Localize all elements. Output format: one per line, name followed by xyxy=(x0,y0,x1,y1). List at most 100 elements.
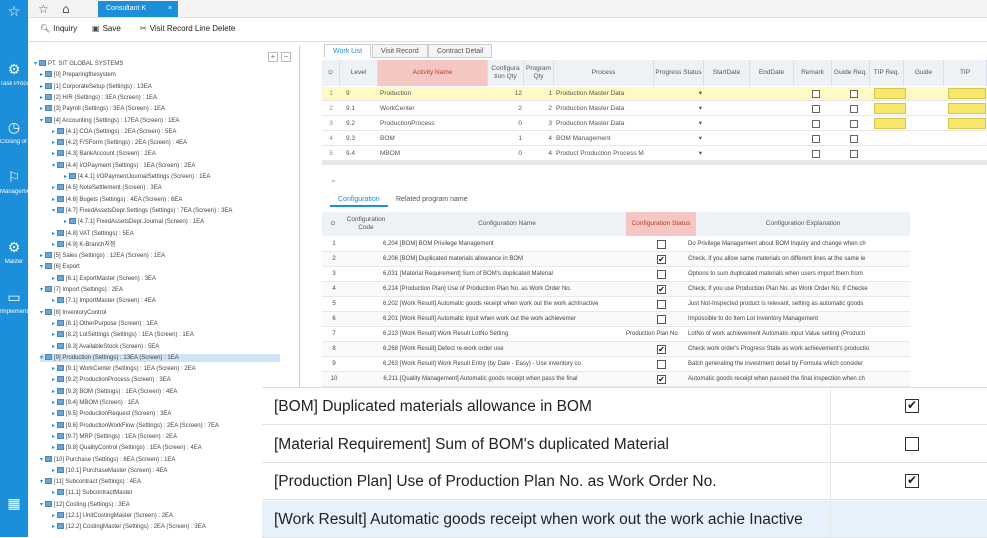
collapsed-chevron-icon[interactable]: ▸ xyxy=(52,399,55,406)
tree-node[interactable]: ▾ [4.4] I/OPayment (Settings) : 1EA (Scre… xyxy=(52,161,195,170)
config-status-checkbox[interactable]: ✔ xyxy=(657,285,666,294)
table-row[interactable]: 3 9.2 ProductionProcess 0 3 Production Master… xyxy=(322,117,987,131)
row-refresh-icon[interactable]: ⊙ xyxy=(322,60,340,86)
collapsed-chevron-icon[interactable]: ▸ xyxy=(52,444,55,451)
tree-node[interactable]: ▾ [6] Export xyxy=(40,263,80,271)
collapsed-chevron-icon[interactable]: ▸ xyxy=(52,365,55,372)
close-icon[interactable]: × xyxy=(168,1,172,17)
tree-node[interactable]: ▸ [9.6] ProductionWorkFlow (Settings) : 2… xyxy=(52,421,219,430)
guide-cell[interactable] xyxy=(948,118,986,129)
table-row[interactable]: 7 6,213 [Work Result] Work Result LotNo Se… xyxy=(322,327,910,342)
collapsed-chevron-icon[interactable]: ▸ xyxy=(52,241,55,248)
expanded-chevron-icon[interactable]: ▾ xyxy=(40,309,43,316)
guide-checkbox[interactable] xyxy=(812,120,820,128)
table-row[interactable]: 2 6,206 [BOM] Duplicated materials allowan… xyxy=(322,252,910,267)
tree-node[interactable]: ▸ [0] Preparingthesystem xyxy=(40,71,116,79)
tree-node[interactable]: ▸ [9.5] ProductionRequest (Screen) : 3EA xyxy=(52,410,171,418)
home-icon[interactable]: ⌂ xyxy=(62,2,70,16)
tree-node[interactable]: ▸ [4.2] F/SForm (Settings) : 2EA (Screen)… xyxy=(52,139,187,147)
tab-work-list[interactable]: Work List xyxy=(324,44,372,58)
collapsed-chevron-icon[interactable]: ▸ xyxy=(52,139,55,146)
tree-node[interactable]: ▸ [9.4] MBOM (Screen) : 1EA xyxy=(52,399,139,407)
guide-cell[interactable] xyxy=(874,103,906,114)
tree-node[interactable]: ▾ [7] Import (Settings) : 2EA xyxy=(40,286,123,294)
tab-consultant-k[interactable]: Consultant K × xyxy=(98,1,178,17)
collapsed-chevron-icon[interactable]: ▸ xyxy=(52,433,55,440)
tree-node[interactable]: ▸ [6.1] ExportMaster (Screen) : 3EA xyxy=(52,274,156,283)
table-row[interactable]: 8 6,268 [Work Result] Defect re-work order… xyxy=(322,342,910,357)
guide-checkbox[interactable] xyxy=(812,135,820,143)
guide-cell[interactable] xyxy=(874,118,906,129)
tree-node[interactable]: ▸ [12.2] CostingMaster (Settings) : 2EA (… xyxy=(52,523,206,531)
table-row[interactable]: 2 9.1 WorkCenter 2 2 Production Master Data ▾ xyxy=(322,102,987,116)
progress-status-dropdown[interactable]: ▾ xyxy=(656,147,702,161)
table-row[interactable]: 4 9.3 BOM 1 4 BOM Management ▾ xyxy=(322,132,987,146)
collapsed-chevron-icon[interactable]: ▸ xyxy=(40,94,43,101)
collapsed-chevron-icon[interactable]: ▸ xyxy=(52,196,55,203)
collapsed-chevron-icon[interactable]: ▸ xyxy=(52,275,55,282)
tree-node[interactable]: ▸ [2] H/R (Settings) : 3EA (Screen) : 1EA xyxy=(40,93,157,102)
tree-node[interactable]: ▸ [4.4.1] I/OPaymentJournalSettings (Scre… xyxy=(64,173,210,181)
table-row[interactable]: 1 9 Production 12 1 Production Master Data ▾ xyxy=(322,87,987,101)
guide-cell[interactable] xyxy=(874,88,906,99)
collapsed-chevron-icon[interactable]: ▸ xyxy=(40,83,43,90)
collapsed-chevron-icon[interactable]: ▸ xyxy=(52,512,55,519)
guide-checkbox[interactable] xyxy=(812,90,820,98)
collapsed-chevron-icon[interactable]: ▸ xyxy=(52,388,55,395)
tree-node[interactable]: ▸ [4.5] NoteSettlement (Screen) : 3EA xyxy=(52,184,162,192)
nav-item-3[interactable]: ⚐ Management improvement xyxy=(0,170,28,196)
expanded-chevron-icon[interactable]: ▾ xyxy=(40,501,43,508)
nav-item-6[interactable]: ▦ xyxy=(0,496,28,512)
zoom-checkbox[interactable]: ✔ xyxy=(905,399,919,413)
guide-checkbox[interactable] xyxy=(850,135,858,143)
table-row[interactable]: 6 6,201 [Work Result] Automatic input when… xyxy=(322,312,910,327)
tree-node[interactable]: ▾ [8] InventoryControl xyxy=(40,308,106,317)
tree-node[interactable]: ▸ [9.7] MRP (Settings) : 1EA (Screen) : 2… xyxy=(52,432,177,441)
tree-node[interactable]: ▾ [9] Production (Settings) : 13EA (Scree… xyxy=(40,353,280,362)
collapsed-chevron-icon[interactable]: ▸ xyxy=(64,218,67,225)
table-row[interactable]: 4 6,214 [Production Plan] Use of Productio… xyxy=(322,282,910,297)
nav-item-4[interactable]: ⚙ Master xyxy=(0,240,28,266)
tree-node[interactable]: ▸ [9.8] QualityControl (Settings) : 1EA (… xyxy=(52,444,202,452)
guide-checkbox[interactable] xyxy=(850,150,858,158)
star-icon[interactable]: ☆ xyxy=(38,2,49,16)
tree-node[interactable]: ▸ [8.1] OtherPurpose (Screen) : 1EA xyxy=(52,319,158,328)
expanded-chevron-icon[interactable]: ▾ xyxy=(34,60,37,67)
tree-node[interactable]: ▸ [4.8] VAT (Settings) : 5EA xyxy=(52,229,134,238)
tree-node[interactable]: ▸ [4.1] COA (Settings) : 2EA (Screen) : 5… xyxy=(52,127,176,136)
expanded-chevron-icon[interactable]: ▾ xyxy=(40,117,43,124)
tree-node[interactable]: ▾ [4.7] FixedAssetsDepr.Settings (Setting… xyxy=(52,206,232,215)
horizontal-scrollbar[interactable] xyxy=(322,160,987,165)
collapsed-chevron-icon[interactable]: ▸ xyxy=(64,173,67,180)
collapsed-chevron-icon[interactable]: ▸ xyxy=(52,150,55,157)
collapsed-chevron-icon[interactable]: ▸ xyxy=(52,184,55,191)
config-status-checkbox[interactable]: ✔ xyxy=(657,255,666,264)
guide-checkbox[interactable] xyxy=(850,120,858,128)
tab-contract-detail[interactable]: Contract Detail xyxy=(428,44,493,58)
expanded-chevron-icon[interactable]: ▾ xyxy=(40,263,43,270)
save-button[interactable]: ▣ Save xyxy=(92,24,121,33)
tree-node[interactable]: ▸ [9.3] BOM (Settings) : 1EA (Screen) : 4… xyxy=(52,387,177,396)
tree-node[interactable]: ▾ [4] Accounting (Settings) : 17EA (Scree… xyxy=(40,116,179,125)
collapsed-chevron-icon[interactable]: ▸ xyxy=(52,297,55,304)
tree-node[interactable]: ▸ [1] CorporateSetup (Settings) : 13EA xyxy=(40,82,152,91)
progress-status-dropdown[interactable]: ▾ xyxy=(656,102,702,116)
expanded-chevron-icon[interactable]: ▾ xyxy=(40,354,43,361)
tree-node[interactable]: ▸ [11.1] SubcontractMaster xyxy=(52,489,133,497)
collapsed-chevron-icon[interactable]: ▸ xyxy=(52,376,55,383)
tree-node[interactable]: ▸ [4.9] K-Branch지점 xyxy=(52,240,115,249)
zoom-row[interactable]: [Material Requirement] Sum of BOM's dupl… xyxy=(262,425,987,463)
expand-all-button[interactable]: + xyxy=(268,52,278,62)
nav-item-5[interactable]: ▭ Implementation xyxy=(0,290,28,316)
tree-node[interactable]: ▸ [4.7.1] FixedAssetsDepr.Journal (Screen… xyxy=(64,218,204,226)
table-row[interactable]: 3 6,031 [Material Requirement] Sum of BOM'… xyxy=(322,267,910,282)
tree-node[interactable]: ▸ [4.6] Bugets (Settings) : 4EA (Screen) … xyxy=(52,195,182,204)
refresh-icon[interactable]: ⊙ xyxy=(322,212,344,236)
collapsed-chevron-icon[interactable]: ▸ xyxy=(52,489,55,496)
expanded-chevron-icon[interactable]: ▾ xyxy=(40,478,43,485)
nav-item-0[interactable]: ☆ xyxy=(0,4,28,20)
collapsed-chevron-icon[interactable]: ▸ xyxy=(52,331,55,338)
progress-status-dropdown[interactable]: ▾ xyxy=(656,132,702,146)
tree-node[interactable]: ▸ [12.1] UnitCostingMaster (Screen) : 2EA xyxy=(52,512,173,520)
expanded-chevron-icon[interactable]: ▾ xyxy=(40,456,43,463)
